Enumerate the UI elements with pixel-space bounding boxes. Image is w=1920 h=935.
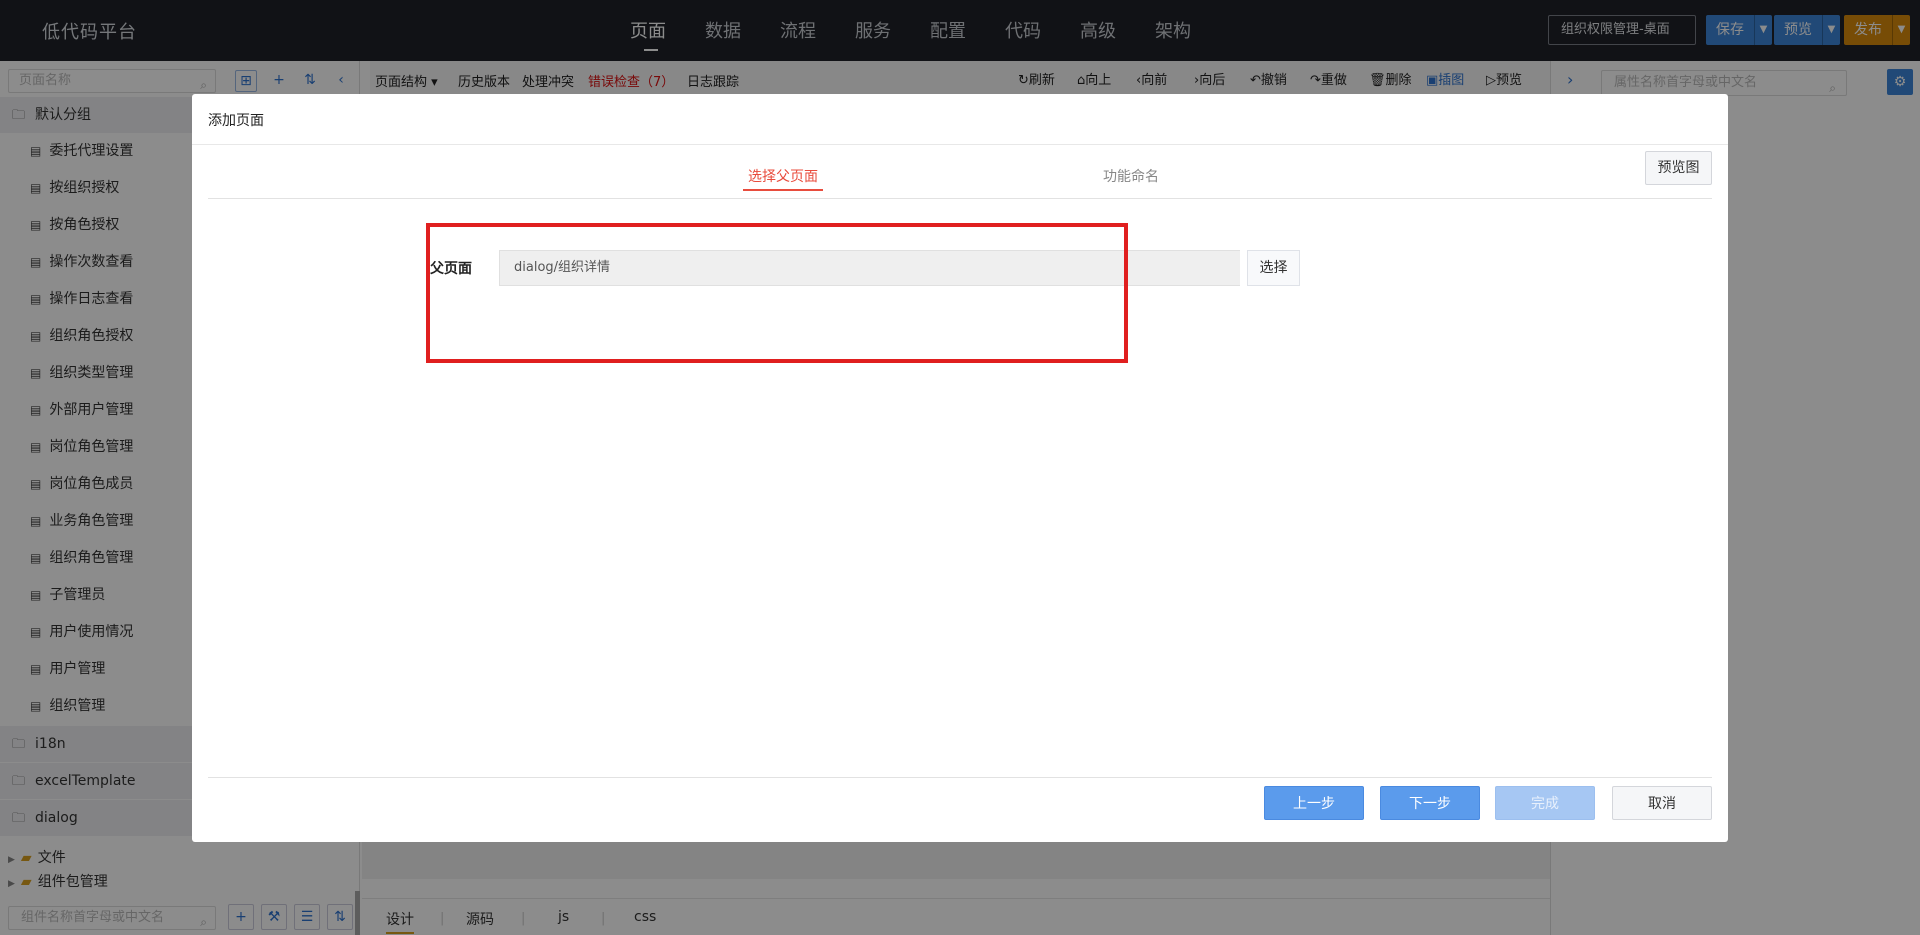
cancel-button[interactable]: 取消 [1612, 786, 1712, 820]
prev-step-button[interactable]: 上一步 [1264, 786, 1364, 820]
add-page-dialog: 添加页面 选择父页面 功能命名 预览图 父页面 dialog/组织详情 选择 上… [192, 94, 1728, 842]
next-step-button[interactable]: 下一步 [1380, 786, 1480, 820]
select-parent-button[interactable]: 选择 [1247, 250, 1300, 286]
step-naming[interactable]: 功能命名 [1103, 166, 1159, 186]
active-step-underline [743, 189, 823, 191]
dialog-title: 添加页面 [208, 113, 264, 129]
divider [208, 777, 1712, 778]
preview-image-button[interactable]: 预览图 [1645, 151, 1712, 185]
divider [208, 198, 1712, 199]
highlight-box [426, 223, 1128, 363]
finish-button[interactable]: 完成 [1495, 786, 1595, 820]
divider [192, 144, 1728, 145]
step-select-parent[interactable]: 选择父页面 [748, 166, 818, 186]
